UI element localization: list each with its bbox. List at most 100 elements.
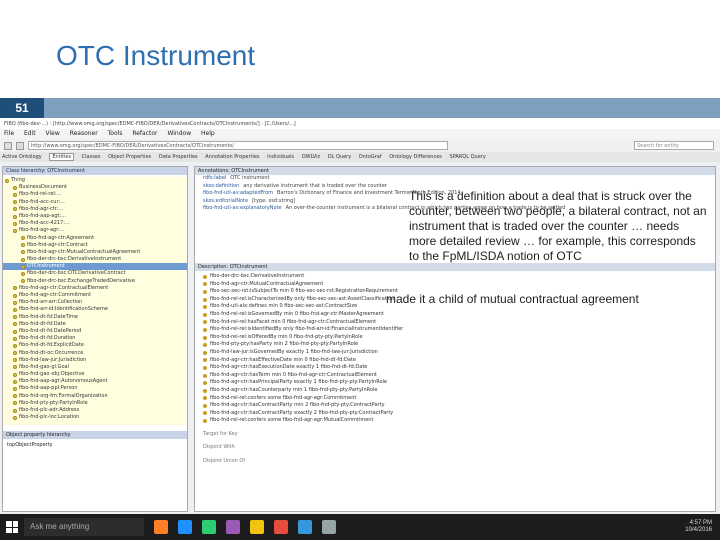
tab-dl-query[interactable]: DL Query [328,154,351,160]
description-row[interactable]: fibo-fnd-rel-rel:hasFacet min 0 fibo-fnd… [195,319,715,327]
class-tree-item[interactable]: OTCInstrument [3,263,187,271]
description-row[interactable]: fibo-fnd-rel-rel:isOfferedBy min 0 fibo-… [195,334,715,342]
taskbar-app-icon[interactable] [250,520,264,534]
description-text: fibo-fnd-agr-ctr:MutualContractualAgreem… [210,280,324,287]
class-tree-item[interactable]: fibo-fnd-agr-agr:... [3,227,187,234]
back-arrow-icon[interactable] [4,141,12,150]
class-tree-item[interactable]: fibo-fnd-dt-fd:DateTime [3,314,187,321]
ontology-url-field[interactable]: http://www.omg.org/spec/EDMC-FIBO/DER/De… [28,141,448,150]
tab-classes[interactable]: Classes [82,154,101,160]
class-tree-item[interactable]: fibo-fnd-arr-arr:Collection [3,299,187,306]
description-row[interactable]: fibo-fnd-agr-ctr:MutualContractualAgreem… [195,281,715,289]
taskbar-app-icon[interactable] [226,520,240,534]
forward-arrow-icon[interactable] [16,141,24,150]
menu-refactor[interactable]: Refactor [132,130,157,137]
description-row[interactable]: fibo-fnd-agr-ctr:hasCounterparty min 1 f… [195,387,715,395]
tab-individuals[interactable]: Individuals [267,154,294,160]
description-row[interactable]: fibo-fnd-rel-rel:isIdentifiedBy only fib… [195,326,715,334]
description-row[interactable]: fibo-fnd-agr-ctr:hasTerm min 0 fibo-fnd-… [195,372,715,380]
description-row[interactable]: fibo-fnd-agr-ctr:hasPrincipalParty exact… [195,379,715,387]
menu-reasoner[interactable]: Reasoner [70,130,98,137]
description-section-label[interactable]: Target for Key [195,431,715,439]
class-tree-item[interactable]: fibo-der-drc-bsc:ExchangeTradedDerivativ… [3,278,187,285]
windows-start-icon[interactable] [6,521,18,533]
class-tree-item[interactable]: fibo-fnd-gao-obj:Objective [3,371,187,378]
description-row[interactable]: fibo-fnd-rel-rel:isGovernedBy min 0 fibo… [195,311,715,319]
class-tree-item[interactable]: fibo-fnd-dt-oc:Occurrence [3,350,187,357]
restriction-icon [203,343,207,348]
class-tree-item[interactable]: BusinessDocument [3,184,187,191]
class-tree-item[interactable]: fibo-fnd-rel-rel:... [3,191,187,198]
description-section-label[interactable]: Disjoint With [195,444,715,452]
description-header: Description: OTCInstrument [195,263,715,271]
taskbar-app-icon[interactable] [178,520,192,534]
tab-entities[interactable]: Entities [49,153,75,161]
description-row[interactable]: fibo-fnd-rel-rel:confers some fibo-fnd-a… [195,395,715,403]
entity-search-input[interactable]: Search for entity [634,141,714,150]
class-tree-item[interactable]: fibo-fnd-plc-loc:Location [3,414,187,421]
class-tree-label: fibo-der-drc-bsc:ExchangeTradedDerivativ… [27,277,136,284]
tab-active-ontology[interactable]: Active Ontology [2,154,42,160]
class-tree-item[interactable]: fibo-fnd-agr-ctr:ContractualElement [3,285,187,292]
class-tree-item[interactable]: Thing [3,177,187,184]
class-tree-item[interactable]: fibo-fnd-agr-ctr:MutualContractualAgreem… [3,249,187,256]
description-row[interactable]: fibo-fnd-law-jur:isGovernedBy exactly 1 … [195,349,715,357]
class-tree-item[interactable]: fibo-der-drc-bsc:DerivativeInstrument [3,256,187,263]
class-tree-item[interactable]: fibo-fnd-org-fm:FormalOrganization [3,393,187,400]
tab-data-properties[interactable]: Data Properties [159,154,198,160]
annotation-row[interactable]: rdfs:label OTC instrument [195,175,715,183]
tab-object-properties[interactable]: Object Properties [108,154,151,160]
tab-sparql-query[interactable]: SPARQL Query [450,154,486,160]
menu-help[interactable]: Help [201,130,215,137]
clock[interactable]: 4:57 PM 10/4/2016 [685,520,712,534]
taskbar-app-icon[interactable] [298,520,312,534]
tab-annotation-properties[interactable]: Annotation Properties [205,154,259,160]
taskbar-app-icon[interactable] [154,520,168,534]
class-tree-item[interactable]: fibo-der-drc-bsc:OTCDerivativeContract [3,270,187,277]
class-tree-label: fibo-fnd-rel-rel:... [19,191,62,198]
taskbar-app-icon[interactable] [274,520,288,534]
class-tree-item[interactable]: fibo-fnd-acc-cur:... [3,199,187,206]
clock-date: 10/4/2016 [685,527,712,533]
class-tree-item[interactable]: fibo-fnd-gao-gl:Goal [3,364,187,371]
menu-tools[interactable]: Tools [108,130,123,137]
menu-edit[interactable]: Edit [24,130,36,137]
tab-owlviz[interactable]: OWLViz [302,154,320,160]
description-row[interactable]: fibo-fnd-agr-ctr:hasExecutionDate exactl… [195,364,715,372]
class-tree-item[interactable]: fibo-fnd-arr-id:IdentificationScheme [3,306,187,313]
menu-view[interactable]: View [46,130,60,137]
taskbar-app-icon[interactable] [322,520,336,534]
class-tree-item[interactable]: fibo-fnd-agr-ctr:Commitment [3,292,187,299]
description-section-label[interactable]: Disjoint Union Of [195,458,715,466]
menu-window[interactable]: Window [167,130,191,137]
description-row[interactable]: fibo-fnd-agr-ctr:hasEffectiveDate min 0 … [195,357,715,365]
menu-file[interactable]: File [4,130,14,137]
taskbar-search-input[interactable]: Ask me anything [24,518,144,536]
object-property-item[interactable]: topObjectProperty [7,442,53,448]
tab-ontology-differences[interactable]: Ontology Differences [389,154,442,160]
class-tree-item[interactable]: fibo-fnd-dt-fd:Date [3,321,187,328]
description-row[interactable]: fibo-der-drc-bsc:DerivativeInstrument [195,273,715,281]
class-tree-item[interactable]: fibo-fnd-plc-adr:Address [3,407,187,414]
class-tree-item[interactable]: fibo-fnd-pty-pty:PartyInRole [3,400,187,407]
description-row[interactable]: fibo-fnd-agr-ctr:hasContractParty min 2 … [195,402,715,410]
taskbar-app-icon[interactable] [202,520,216,534]
restriction-icon [203,411,207,416]
class-tree-item[interactable]: fibo-fnd-aap-agt:AutonomousAgent [3,378,187,385]
class-tree-item[interactable]: fibo-fnd-agr-ctr:... [3,206,187,213]
description-row[interactable]: fibo-fnd-rel-rel:confers some fibo-fnd-a… [195,417,715,425]
class-tree-item[interactable]: fibo-fnd-dt-fd:DatePeriod [3,328,187,335]
tab-ontograf[interactable]: OntoGraf [359,154,382,160]
class-tree-item[interactable]: fibo-fnd-agr-ctr:Contract [3,242,187,249]
class-tree-item[interactable]: fibo-fnd-dt-fd:Duration [3,335,187,342]
description-row[interactable]: fibo-fnd-agr-ctr:hasContractParty exactl… [195,410,715,418]
class-tree-item[interactable]: fibo-fnd-aap-ppl:Person [3,385,187,392]
class-tree-item[interactable]: fibo-fnd-dt-fd:ExplicitDate [3,342,187,349]
description-row[interactable]: fibo-fnd-pty-pty:hasParty min 2 fibo-fnd… [195,341,715,349]
class-icon [13,358,17,363]
class-tree-item[interactable]: fibo-fnd-agr-ctr:Agreement [3,235,187,242]
class-tree-item[interactable]: fibo-fnd-law-jur:Jurisdiction [3,357,187,364]
class-tree-label: fibo-fnd-dt-oc:Occurrence [19,349,84,356]
class-tree-item[interactable]: fibo-fnd-acc-4217:... [3,220,187,227]
class-tree-item[interactable]: fibo-fnd-aap-agt:... [3,213,187,220]
